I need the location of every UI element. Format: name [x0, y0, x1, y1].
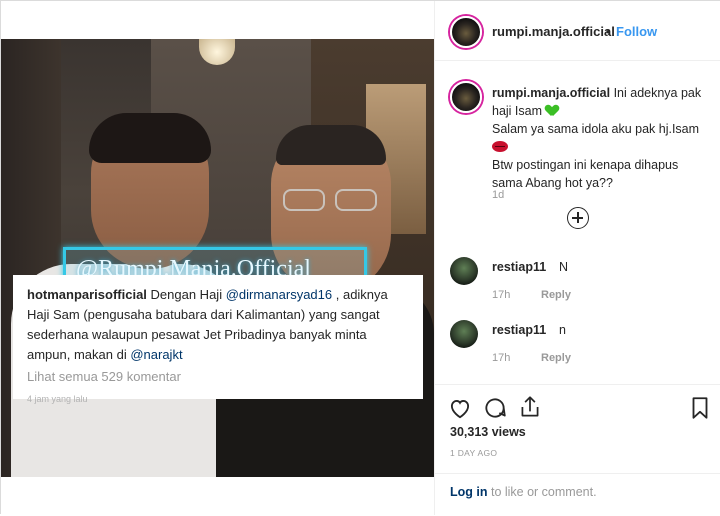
heart-icon[interactable] — [447, 395, 473, 421]
photo-person-right-hair — [276, 125, 386, 165]
comment-icon[interactable] — [482, 395, 508, 421]
comment-text: n — [559, 323, 566, 337]
green-heart-emoji — [546, 105, 558, 116]
caption-line: Btw postingan ini kenapa dihapus sama Ab… — [492, 158, 679, 190]
comment-username[interactable]: restiap11 — [492, 323, 546, 337]
login-rest-text: to like or comment. — [487, 485, 597, 499]
photo-person-left-hair — [89, 113, 211, 163]
avatar[interactable] — [450, 81, 482, 113]
login-link[interactable]: Log in — [450, 485, 488, 499]
embedded-caption-card: hotmanparisofficial Dengan Haji @dirmana… — [13, 275, 423, 404]
embedded-caption-text: hotmanparisofficial Dengan Haji @dirmana… — [27, 285, 409, 365]
embedded-caption-username: hotmanparisofficial — [27, 287, 147, 302]
post-actions: 30,313 views 1 DAY AGO Log in to like or… — [435, 384, 720, 515]
follow-button[interactable]: Follow — [616, 24, 657, 39]
reply-button[interactable]: Reply — [541, 352, 571, 364]
comment-item: restiap11 n 17h Reply — [450, 320, 712, 380]
comment-age: 17h — [492, 352, 511, 364]
lips-emoji — [492, 141, 508, 152]
comment-username[interactable]: restiap11 — [492, 260, 546, 274]
load-more-comments-button[interactable] — [567, 207, 589, 229]
avatar[interactable] — [450, 320, 478, 348]
avatar[interactable] — [450, 16, 482, 48]
instagram-post-window: @Rumpi.Manja.Official hotmanparisofficia… — [0, 0, 720, 515]
views-count[interactable]: 30,313 views — [450, 425, 526, 439]
caption-username[interactable]: rumpi.manja.official — [492, 86, 610, 100]
embedded-mention: @narajkt — [130, 347, 183, 362]
comment-item: restiap11 N 17h Reply — [450, 257, 712, 317]
comment-age: 17h — [492, 289, 511, 301]
caption-line: Salam ya sama idola aku pak hj.Isam — [492, 122, 700, 136]
embedded-time: 4 jam yang lalu — [27, 394, 88, 404]
avatar[interactable] — [450, 257, 478, 285]
share-icon[interactable] — [517, 394, 543, 420]
login-prompt: Log in to like or comment. — [435, 473, 720, 516]
comment-text: N — [559, 260, 569, 274]
header-separator: • — [606, 24, 611, 39]
post-date: 1 DAY AGO — [450, 448, 498, 458]
caption-age: 1d — [492, 189, 505, 201]
post-sidebar: rumpi.manja.official • Follow rumpi.manj… — [434, 1, 720, 515]
embedded-mention: @dirmanarsyad16 — [225, 287, 333, 302]
header-username[interactable]: rumpi.manja.official — [492, 24, 615, 39]
caption-text: rumpi.manja.official Ini adeknya pak haj… — [492, 84, 712, 192]
bookmark-icon[interactable] — [687, 395, 713, 421]
post-photo[interactable]: @Rumpi.Manja.Official hotmanparisofficia… — [1, 1, 434, 515]
photo-glasses — [283, 189, 379, 211]
login-row: Log in to like or comment. — [450, 485, 597, 499]
post-header: rumpi.manja.official • Follow — [435, 1, 720, 61]
embedded-caption-part: Dengan Haji — [146, 287, 226, 302]
reply-button[interactable]: Reply — [541, 289, 571, 301]
photo-image: @Rumpi.Manja.Official — [1, 39, 434, 477]
embedded-view-comments: Lihat semua 529 komentar — [27, 369, 181, 384]
